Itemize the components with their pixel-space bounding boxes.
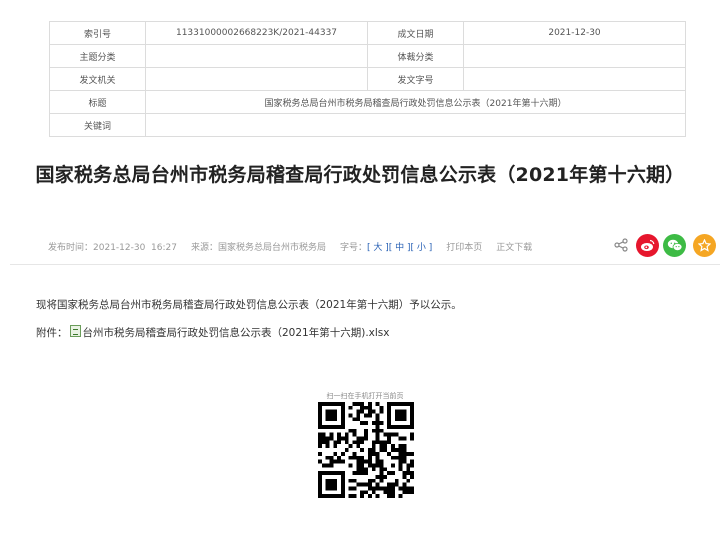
article-info-bar: 发布时间：2021-12-30 16:27 来源：国家税务总局台州市税务局 字号：[…: [48, 240, 532, 254]
attachment-link[interactable]: 台州市税务局稽查局行政处罚信息公示表（2021年第十六期).xlsx: [83, 327, 390, 339]
source-label: 来源：: [190, 243, 218, 253]
publish-time: 2021-12-30 16:27: [93, 243, 177, 253]
article-paragraph: 现将国家税务总局台州市税务局稽查局行政处罚信息公示表（2021年第十六期）予以公…: [36, 299, 462, 311]
issuer-value: [145, 67, 368, 91]
font-large-link[interactable]: [ 大 ]: [367, 243, 389, 253]
date-label: 成文日期: [367, 21, 464, 45]
source-value: 国家税务总局台州市税务局: [218, 243, 327, 253]
meta-row: 标题 国家税务总局台州市税务局稽查局行政处罚信息公示表（2021年第十六期）: [49, 90, 686, 114]
issuer-label: 发文机关: [49, 67, 146, 91]
share-icon[interactable]: [614, 238, 628, 252]
title-label: 标题: [49, 90, 146, 114]
download-link[interactable]: 正文下载: [496, 243, 532, 253]
info-divider: [10, 264, 720, 265]
font-medium-link[interactable]: [ 中 ]: [389, 243, 411, 253]
attachment-label: 附件：: [36, 327, 68, 339]
document-meta-table: 索引号 11331000002668223K/2021-44337 成文日期 2…: [49, 21, 686, 137]
meta-row: 索引号 11331000002668223K/2021-44337 成文日期 2…: [49, 21, 686, 45]
keywords-value: [145, 113, 686, 137]
wechat-icon[interactable]: [663, 234, 686, 257]
font-small-link[interactable]: [ 小 ]: [411, 243, 433, 253]
meta-row: 发文机关 发文字号: [49, 67, 686, 91]
favorite-icon[interactable]: [693, 234, 716, 257]
qr-caption: 扫一扫在手机打开当前页: [326, 392, 404, 400]
attachment-line: 附件： 台州市税务局稽查局行政处罚信息公示表（2021年第十六期).xlsx: [36, 325, 389, 340]
docno-label: 发文字号: [367, 67, 464, 91]
meta-row: 关键词: [49, 113, 686, 137]
genre-label: 体裁分类: [367, 44, 464, 68]
topic-label: 主题分类: [49, 44, 146, 68]
docno-value: [463, 67, 686, 91]
xlsx-file-icon: [69, 325, 81, 337]
print-link[interactable]: 打印本页: [446, 243, 482, 253]
article-title: 国家税务总局台州市税务局稽查局行政处罚信息公示表（2021年第十六期）: [35, 164, 685, 186]
index-value: 11331000002668223K/2021-44337: [145, 21, 368, 45]
title-value: 国家税务总局台州市税务局稽查局行政处罚信息公示表（2021年第十六期）: [145, 90, 686, 114]
publish-time-label: 发布时间：: [48, 243, 94, 253]
weibo-icon[interactable]: [636, 234, 659, 257]
topic-value: [145, 44, 368, 68]
meta-row: 主题分类 体裁分类: [49, 44, 686, 68]
date-value: 2021-12-30: [463, 21, 686, 45]
genre-value: [463, 44, 686, 68]
keywords-label: 关键词: [49, 113, 146, 137]
font-size-label: 字号：: [340, 243, 368, 253]
qr-code-icon: [318, 402, 414, 498]
index-label: 索引号: [49, 21, 146, 45]
